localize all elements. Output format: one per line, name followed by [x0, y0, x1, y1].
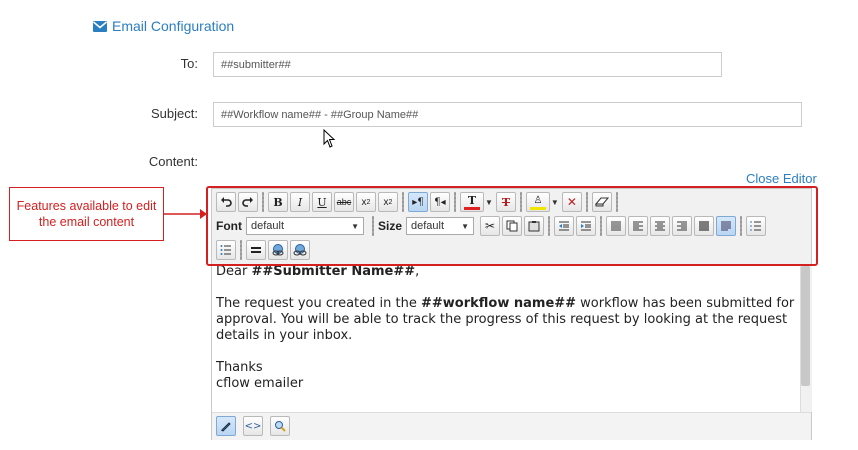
greeting-placeholder: ##Submitter Name##: [251, 264, 416, 279]
section-title: Email Configuration: [93, 18, 234, 34]
preview-mode-icon[interactable]: [270, 416, 290, 436]
annotation-callout: Features available to edit the email con…: [9, 187, 164, 241]
to-input[interactable]: ##submitter##: [213, 52, 722, 77]
editor-content-area[interactable]: Dear ##Submitter Name##, The request you…: [212, 264, 800, 412]
envelope-icon: [93, 20, 107, 32]
body-prefix: The request you created in the: [216, 296, 421, 311]
greeting-line: Dear ##Submitter Name##,: [212, 264, 800, 280]
mouse-cursor-icon: [323, 129, 336, 148]
editor-mode-bar: <>: [212, 412, 811, 440]
html-mode-icon[interactable]: <>: [243, 416, 263, 436]
close-editor-link[interactable]: Close Editor: [746, 171, 817, 186]
editor-scrollbar-thumb[interactable]: [801, 266, 810, 386]
signature-line: cflow emailer: [216, 376, 304, 391]
subject-input[interactable]: ##Workflow name## - ##Group Name##: [213, 102, 802, 127]
thanks-line: Thanks: [216, 360, 263, 375]
design-mode-icon[interactable]: [216, 416, 236, 436]
content-label: Content:: [148, 154, 198, 169]
to-label: To:: [180, 56, 198, 71]
section-title-text: Email Configuration: [112, 18, 235, 34]
greeting-suffix: ,: [415, 264, 420, 279]
greeting-prefix: Dear: [216, 264, 252, 279]
toolbar-highlight: [206, 186, 818, 266]
workflow-placeholder: ##workflow name##: [420, 296, 577, 311]
annotation-arrow-icon: [164, 209, 207, 219]
subject-label: Subject:: [151, 106, 198, 121]
body-paragraph: The request you created in the ##workflo…: [212, 296, 800, 344]
